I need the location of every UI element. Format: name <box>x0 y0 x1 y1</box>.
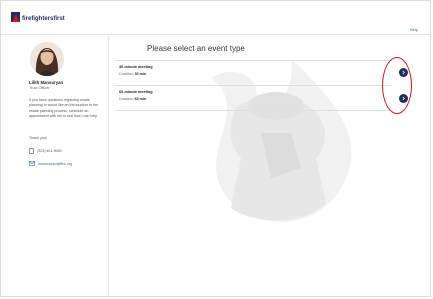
event-name: 30-minute meeting <box>119 65 153 69</box>
email-link[interactable]: lmansuryan@ffcu.org <box>38 162 72 166</box>
description: If you have questions regarding estate p… <box>29 98 99 118</box>
event-type-60-minute[interactable]: 60-minute meeting Duration: 60 min <box>115 85 408 111</box>
logo-text: firefightersfirst <box>22 16 65 22</box>
phone-contact: (323) 401-9040 <box>29 148 62 154</box>
header: firefightersfirst Help <box>1 1 430 35</box>
annotation-circle <box>382 57 412 114</box>
phone-icon <box>29 148 34 154</box>
person-name: Lilith Mansuryan <box>29 80 64 85</box>
email-icon <box>29 161 35 166</box>
page-title: Please select an event type <box>147 44 245 53</box>
logo-icon: firefightersfirst <box>11 12 65 22</box>
sidebar: Lilith Mansuryan Trust Officer If you ha… <box>1 36 109 298</box>
event-type-list: 30-minute meeting Duration: 30 min 60-mi… <box>115 60 408 111</box>
email-contact[interactable]: lmansuryan@ffcu.org <box>29 161 72 166</box>
event-type-30-minute[interactable]: 30-minute meeting Duration: 30 min <box>115 60 408 85</box>
event-duration: Duration: 60 min <box>119 97 146 101</box>
event-name: 60-minute meeting <box>119 90 153 94</box>
event-duration: Duration: 30 min <box>119 72 146 76</box>
help-link[interactable]: Help <box>410 27 418 32</box>
thanks-text: Thank you! <box>29 136 47 140</box>
page-frame: firefightersfirst Help Lilith Mansuryan … <box>0 0 431 298</box>
person-title: Trust Officer <box>29 86 50 90</box>
avatar <box>30 42 64 76</box>
phone-number: (323) 401-9040 <box>37 149 62 153</box>
